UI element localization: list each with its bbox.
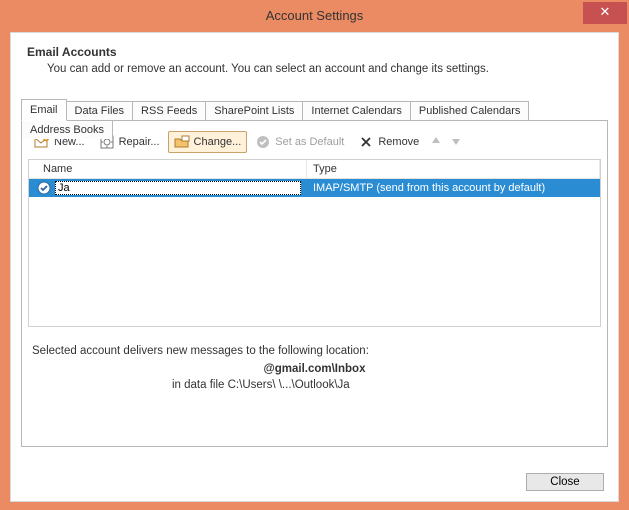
window-close-button[interactable]: ✕ [583,2,627,24]
change-button[interactable]: Change... [168,131,248,153]
row-type-label: IMAP/SMTP (send from this account by def… [313,182,545,194]
column-header-name[interactable]: Name [29,160,307,178]
delivery-location: @gmail.com\Inbox [32,357,597,375]
column-header-type[interactable]: Type [307,160,600,178]
tab-email[interactable]: Email [21,99,67,121]
repair-label: Repair... [119,134,160,150]
window-title: Account Settings [2,2,627,30]
client-area: Email Accounts You can add or remove an … [10,32,619,502]
delivery-path: in data file C:\Users\ \...\Outlook\Ja [32,375,597,391]
move-up-button [427,135,445,150]
row-name-cell: Ja [29,181,307,195]
arrow-down-icon [450,135,462,150]
set-default-button: Set as Default [249,131,350,153]
close-icon: ✕ [600,4,611,19]
toolbar: New... Repair... Change... [28,129,601,159]
titlebar: Account Settings ✕ [2,2,627,30]
move-down-button [447,135,465,150]
default-check-icon [37,181,51,195]
check-circle-icon [255,134,271,150]
remove-label: Remove [378,134,419,150]
tab-address-books[interactable]: Address Books [21,120,113,139]
header-description: You can add or remove an account. You ca… [27,59,602,75]
table-row[interactable]: Ja IMAP/SMTP (send from this account by … [29,179,600,197]
delivery-info: Selected account delivers new messages t… [28,327,601,391]
listview-header: Name Type [29,160,600,179]
remove-button[interactable]: Remove [352,131,425,153]
tab-internet-calendars[interactable]: Internet Calendars [302,101,411,120]
close-button[interactable]: Close [526,473,604,491]
tab-published-calendars[interactable]: Published Calendars [410,101,530,120]
dialog-buttons: Close [526,473,604,491]
header: Email Accounts You can add or remove an … [11,33,618,81]
arrow-up-icon [430,135,442,150]
remove-x-icon [358,134,374,150]
tab-strip: EmailData FilesRSS FeedsSharePoint Lists… [21,99,608,121]
change-folder-icon [174,134,190,150]
set-default-label: Set as Default [275,134,344,150]
row-type-cell: IMAP/SMTP (send from this account by def… [307,182,600,194]
accounts-listview[interactable]: Name Type Ja IMAP/SMTP (send from this a… [28,159,601,327]
tab-data-files[interactable]: Data Files [66,101,134,120]
delivery-line1: Selected account delivers new messages t… [32,345,597,357]
tab-page-email: New... Repair... Change... [21,121,608,447]
tab-sharepoint-lists[interactable]: SharePoint Lists [205,101,303,120]
tab-rss-feeds[interactable]: RSS Feeds [132,101,206,120]
account-settings-window: Account Settings ✕ Email Accounts You ca… [2,2,627,508]
change-label: Change... [194,134,242,150]
account-name-editbox[interactable]: Ja [55,181,301,195]
header-title: Email Accounts [27,45,602,59]
